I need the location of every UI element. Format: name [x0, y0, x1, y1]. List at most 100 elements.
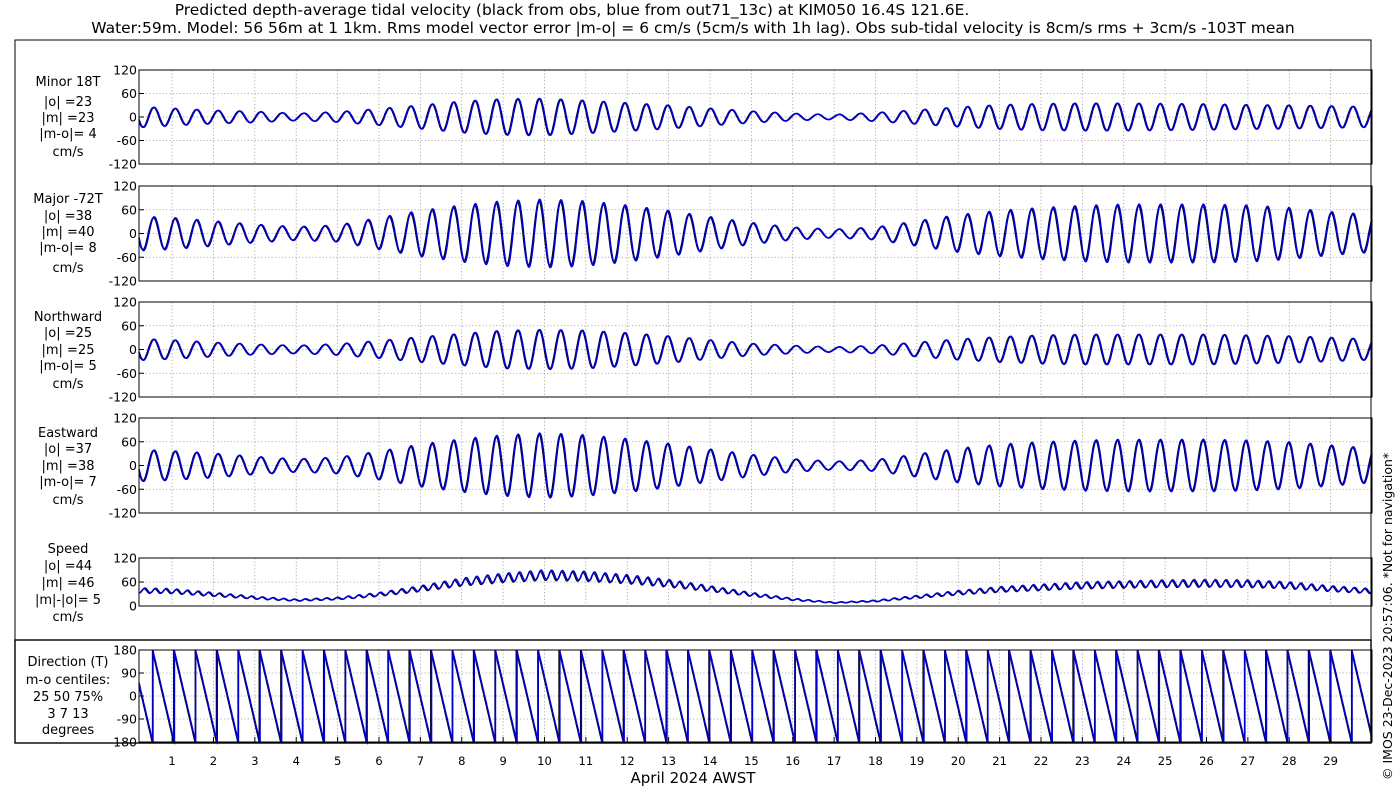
y-tick-label: 120 — [113, 179, 137, 194]
y-tick-label: -60 — [117, 250, 137, 265]
x-tick-label: 27 — [1241, 754, 1256, 768]
y-tick-label: 0 — [129, 110, 137, 125]
panel-direction: 180 90 0 -90 -180 Direction (T) m-o centiles: 2… — [26, 643, 1373, 750]
x-tick-label: 5 — [334, 754, 341, 768]
y-tick-label: 60 — [121, 434, 137, 449]
y-tick-label: -60 — [117, 366, 137, 381]
panel-label: degrees — [42, 723, 95, 738]
x-axis-label: April 2024 AWST — [631, 769, 757, 787]
panel-label: cm/s — [53, 145, 84, 160]
panel-label: |o| =38 — [44, 209, 92, 224]
x-tick-label: 4 — [293, 754, 300, 768]
x-tick-label: 26 — [1199, 754, 1214, 768]
panel-label: cm/s — [53, 261, 84, 276]
y-tick-label: 0 — [129, 458, 137, 473]
y-tick-label: 0 — [129, 342, 137, 357]
panel-label: Major -72T — [33, 192, 102, 207]
panel-label: |o| =44 — [44, 559, 92, 574]
x-tick-label: 3 — [251, 754, 258, 768]
x-tick-label: 28 — [1282, 754, 1297, 768]
y-tick-label: 180 — [113, 643, 137, 658]
x-tick-label: 6 — [375, 754, 382, 768]
y-tick-label: 0 — [129, 226, 137, 241]
panel-label: |o| =25 — [44, 326, 92, 341]
x-tick-label: 2 — [210, 754, 217, 768]
y-tick-label: -120 — [109, 157, 137, 172]
x-tick-label: 8 — [458, 754, 465, 768]
y-tick-label: 120 — [113, 551, 137, 566]
panel-label: cm/s — [53, 493, 84, 508]
panel-label: m-o centiles: — [26, 673, 111, 688]
panel-label: |m| =23 — [42, 111, 95, 126]
y-tick-label: 60 — [121, 202, 137, 217]
x-tick-label: 18 — [868, 754, 883, 768]
x-tick-label: 11 — [579, 754, 594, 768]
panel-label: |o| =37 — [44, 442, 92, 457]
x-tick-label: 1 — [168, 754, 175, 768]
panel-label: |m| =25 — [42, 343, 95, 358]
panel-label: |m-o|= 7 — [39, 475, 97, 490]
panel-label: Speed — [48, 542, 89, 557]
x-tick-label: 23 — [1075, 754, 1090, 768]
panel-label: |m|-|o|= 5 — [35, 593, 101, 608]
y-tick-label: 120 — [113, 63, 137, 78]
x-tick-label: 9 — [499, 754, 506, 768]
y-tick-label: 60 — [121, 575, 137, 590]
x-tick-label: 20 — [951, 754, 966, 768]
y-tick-label: 0 — [129, 689, 137, 704]
panel-eastward: 120 60 0 -60 -120 Eastward|o| =37 |m| =38|m-o|… — [38, 411, 1373, 521]
title-line-1: Predicted depth-average tidal velocity (… — [175, 1, 970, 20]
panel-label: 3 7 13 — [47, 707, 88, 722]
x-tick-label: 25 — [1158, 754, 1173, 768]
panel-label: Minor 18T — [36, 75, 101, 90]
title-line-2: Water:59m. Model: 56 56m at 1 1km. Rms m… — [91, 19, 1295, 37]
x-tick-label: 13 — [661, 754, 676, 768]
tidal-velocity-figure: Predicted depth-average tidal velocity (… — [14, 1, 1395, 787]
y-tick-label: -120 — [109, 390, 137, 405]
chart-panels: 120600-60-120Minor 18T|o| =23|m| =23|m-o… — [14, 39, 1373, 787]
x-tick-label: 15 — [744, 754, 759, 768]
y-tick-label: -180 — [109, 735, 137, 750]
panel-major: 120 60 0 -60 -120 Major -72T |o| =38|m| =40|m-… — [33, 179, 1373, 289]
y-tick-label: -120 — [109, 274, 137, 289]
y-tick-label: 60 — [121, 86, 137, 101]
x-tick-label: 16 — [785, 754, 800, 768]
x-tick-label: 29 — [1323, 754, 1338, 768]
panel-label: Northward — [34, 310, 102, 325]
x-tick-label: 17 — [827, 754, 842, 768]
panel-label: |m| =40 — [42, 225, 95, 240]
panel-label: |m| =38 — [42, 459, 95, 474]
x-tick-label: 7 — [417, 754, 424, 768]
panel-speed: 120 60 0 Speed |o| =44 |m| =46 |m|-|o|= 5 cm/s — [35, 542, 1373, 625]
x-tick-label: 19 — [910, 754, 925, 768]
panel-label: Eastward — [38, 426, 98, 441]
y-tick-label: 120 — [113, 295, 137, 310]
x-axis: 1 2 3 4 5 6 7 8 9 10 11 12 13 14 15 16 17 18 19 20 21 22 23 24 2… — [168, 737, 1338, 787]
panel-label: 25 50 75% — [33, 690, 103, 705]
y-tick-label: -120 — [109, 506, 137, 521]
y-tick-label: 120 — [113, 411, 137, 426]
upper-frame — [14, 39, 1372, 641]
x-tick-label: 14 — [703, 754, 718, 768]
y-tick-label: -90 — [117, 712, 137, 727]
panel-minor: 120 60 0 -60 -120 Minor 18T |o| =23|m| =23|m-o… — [36, 63, 1373, 172]
y-tick-label: -60 — [117, 133, 137, 148]
panel-label: |m-o|= 8 — [39, 241, 97, 256]
y-tick-label: -60 — [117, 482, 137, 497]
x-tick-label: 24 — [1116, 754, 1131, 768]
panel-northward: 120 60 0 -60 -120 Northward|o| =25 |m| =25|m-o… — [34, 295, 1373, 405]
x-tick-label: 21 — [992, 754, 1007, 768]
panel-label: cm/s — [53, 377, 84, 392]
y-tick-label: 90 — [121, 666, 137, 681]
panel-label: |o| =23 — [44, 95, 92, 110]
x-tick-label: 22 — [1034, 754, 1049, 768]
copyright-notice: © IMOS 23-Dec-2023 20:57:06. *Not for na… — [1380, 453, 1395, 780]
panel-label: Direction (T) — [28, 655, 109, 670]
panel-label: |m-o|= 5 — [39, 359, 97, 374]
x-tick-label: 10 — [537, 754, 552, 768]
panel-label: |m| =46 — [42, 576, 95, 591]
panel-label: |m-o|= 4 — [39, 127, 97, 142]
y-tick-label: 60 — [121, 318, 137, 333]
panel-label: cm/s — [53, 610, 84, 625]
y-tick-label: 0 — [129, 599, 137, 614]
